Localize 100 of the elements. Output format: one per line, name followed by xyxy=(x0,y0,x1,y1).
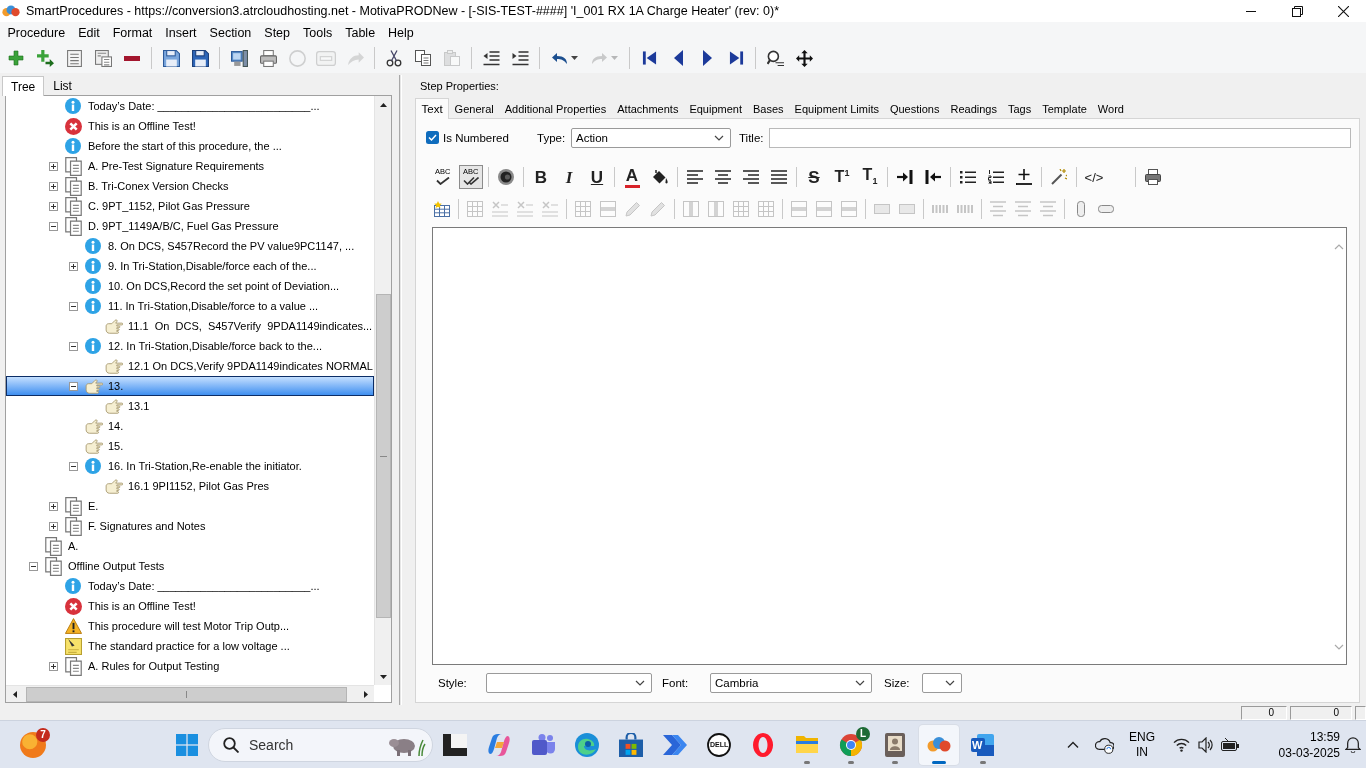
tree-item[interactable]: C. 9PT_1152, Pilot Gas Pressure xyxy=(43,196,250,216)
tree-expander[interactable] xyxy=(68,341,78,351)
tree-item[interactable]: A. Rules for Output Testing xyxy=(43,656,220,676)
tree-item[interactable]: E. xyxy=(43,496,99,516)
menu-item[interactable]: Step xyxy=(257,23,297,42)
tree-item[interactable]: 15. xyxy=(63,436,124,456)
tree-item[interactable]: A. Pre-Test Signature Requirements xyxy=(43,156,265,176)
superscript-button[interactable]: T$^{1}$ xyxy=(830,165,854,189)
tree-item[interactable]: This is an Offline Test! xyxy=(43,116,196,136)
indent-icon xyxy=(897,170,913,184)
tree-item[interactable]: 12. In Tri-Station,Disable/force back to the... xyxy=(63,336,322,356)
triangle-left-icon[interactable] xyxy=(12,690,17,698)
menu-item[interactable]: Insert xyxy=(158,23,204,42)
panel-tab[interactable]: Tree xyxy=(2,76,45,96)
bold-button[interactable]: B xyxy=(529,165,553,189)
tree-item[interactable]: 12.1 On DCS,Verify 9PDA1149indicates NORMAL xyxy=(83,356,373,376)
menu-item[interactable]: Procedure xyxy=(1,23,72,42)
horizontal-scrollbar[interactable] xyxy=(6,685,374,702)
tree-item[interactable]: F. Signatures and Notes xyxy=(43,516,206,536)
tree-item[interactable]: 11.1 On DCS, S457Verify 9PDA1149indicates... xyxy=(83,316,373,336)
menu-item[interactable]: Format xyxy=(106,23,159,42)
subscript-button[interactable]: T$_{1}$ xyxy=(858,165,882,189)
tree-expander[interactable] xyxy=(48,221,58,231)
properties-tab[interactable]: Equipment xyxy=(683,99,748,118)
tree-item[interactable]: A. xyxy=(23,536,79,556)
window-title: SmartProcedures - https://conversion3.atrcloudhosting.net - MotivaPRODNew - [-SIS-TEST-####] 'I_001 RX 1A Charge Heater' (rev: 0)* xyxy=(26,4,780,18)
properties-tab[interactable]: Questions xyxy=(884,99,945,118)
tree-item[interactable]: The standard practice for a low voltage ... xyxy=(43,636,290,656)
taskbar-app-button[interactable]: L xyxy=(831,724,871,765)
properties-tab[interactable]: Readings xyxy=(944,99,1003,118)
search-input[interactable]: Search xyxy=(249,734,349,755)
tree-item[interactable]: 13.1 xyxy=(83,396,150,416)
tree-item[interactable]: D. 9PT_1149A/B/C, Fuel Gas Pressure xyxy=(43,216,279,236)
source-code-button[interactable]: </> xyxy=(1082,165,1106,189)
tree-item[interactable]: Today’s Date: _________________________... xyxy=(43,96,320,116)
triangle-down-icon[interactable] xyxy=(379,674,387,679)
tree-item[interactable]: 9. In Tri-Station,Disable/force each of the... xyxy=(63,256,317,276)
properties-tab[interactable]: General xyxy=(449,99,500,118)
tree-item[interactable]: B. Tri-Conex Version Checks xyxy=(43,176,229,196)
document-stack-icon xyxy=(65,196,82,216)
properties-tab[interactable]: Tags xyxy=(1002,99,1037,118)
size-dropdown[interactable] xyxy=(922,673,962,693)
tree-item[interactable]: 16. In Tri-Station,Re-enable the initiator. xyxy=(63,456,302,476)
menu-item[interactable]: Tools xyxy=(296,23,339,42)
tree-expander[interactable] xyxy=(28,561,38,571)
properties-tab[interactable]: Additional Properties xyxy=(499,99,612,118)
title-input[interactable] xyxy=(769,127,1351,148)
tree-item[interactable]: This procedure will test Motor Trip Outp... xyxy=(43,616,290,636)
vertical-scrollbar[interactable] xyxy=(374,96,391,685)
checkbox[interactable] xyxy=(426,131,439,144)
menu-item[interactable]: Table xyxy=(338,23,382,42)
menu-item[interactable]: Edit xyxy=(71,23,107,42)
menu-item[interactable]: Section xyxy=(203,23,258,42)
properties-tab[interactable]: Text xyxy=(415,98,450,119)
tree-item[interactable]: 10. On DCS,Record the set point of Deviation... xyxy=(63,276,340,296)
type-dropdown[interactable]: Action xyxy=(571,127,731,148)
pointing-hand-icon xyxy=(85,418,103,434)
tree-expander[interactable] xyxy=(48,661,58,671)
tree-item[interactable]: 8. On DCS, S457Record the PV value9PC1147, ... xyxy=(63,236,355,256)
properties-tab[interactable]: Word xyxy=(1092,99,1130,118)
scrollbar-thumb[interactable] xyxy=(375,294,391,618)
tree-expander[interactable] xyxy=(48,161,58,171)
bulleted-list-icon xyxy=(960,170,976,184)
tree-item[interactable]: 13. xyxy=(6,376,374,396)
font-color-button[interactable]: A xyxy=(620,165,644,189)
tree-expander[interactable] xyxy=(48,501,58,511)
tree-expander[interactable] xyxy=(48,181,58,191)
tree-expander[interactable] xyxy=(68,381,78,391)
properties-tab[interactable]: Attachments xyxy=(611,99,684,118)
style-dropdown[interactable] xyxy=(486,673,652,693)
clock-button[interactable]: 13:59 03-03-2025 xyxy=(1274,724,1340,765)
properties-tab[interactable]: Bases xyxy=(747,99,790,118)
search-box[interactable]: Search xyxy=(208,727,433,762)
widgets-button[interactable]: 7 xyxy=(13,724,53,765)
taskbar-app-button[interactable]: W xyxy=(963,724,1003,765)
tree-item[interactable]: Offline Output Tests xyxy=(23,556,165,576)
tree-item[interactable]: Today’s Date: _________________________... xyxy=(43,576,320,596)
properties-tab[interactable]: Template xyxy=(1036,99,1093,118)
tree-expander[interactable] xyxy=(68,461,78,471)
scrollbar-thumb[interactable] xyxy=(26,686,347,702)
row-icon xyxy=(599,201,616,217)
properties-tab[interactable]: Equipment Limits xyxy=(789,99,885,118)
tree-expander[interactable] xyxy=(68,261,78,271)
strikethrough-button[interactable]: S xyxy=(802,165,826,189)
menu-item[interactable]: Help xyxy=(381,23,421,42)
triangle-up-icon[interactable] xyxy=(379,102,387,107)
language-button[interactable]: ENG IN xyxy=(1120,724,1164,765)
tree-expander[interactable] xyxy=(68,301,78,311)
tree-item[interactable]: This is an Offline Test! xyxy=(43,596,196,616)
panel-tab[interactable]: List xyxy=(44,77,81,95)
underline-button[interactable]: U xyxy=(585,165,609,189)
triangle-right-icon[interactable] xyxy=(363,690,368,698)
tree-expander[interactable] xyxy=(48,201,58,211)
tree-item[interactable]: 11. In Tri-Station,Disable/force to a value ... xyxy=(63,296,319,316)
tree-item[interactable]: Before the start of this procedure, the ... xyxy=(43,136,282,156)
tree-item[interactable]: 14. xyxy=(63,416,124,436)
font-dropdown[interactable]: Cambria xyxy=(710,673,872,693)
tree-expander[interactable] xyxy=(48,521,58,531)
tree-item[interactable]: 16.1 9PI1152, Pilot Gas Pres xyxy=(83,476,270,496)
italic-button[interactable]: I xyxy=(557,165,581,189)
